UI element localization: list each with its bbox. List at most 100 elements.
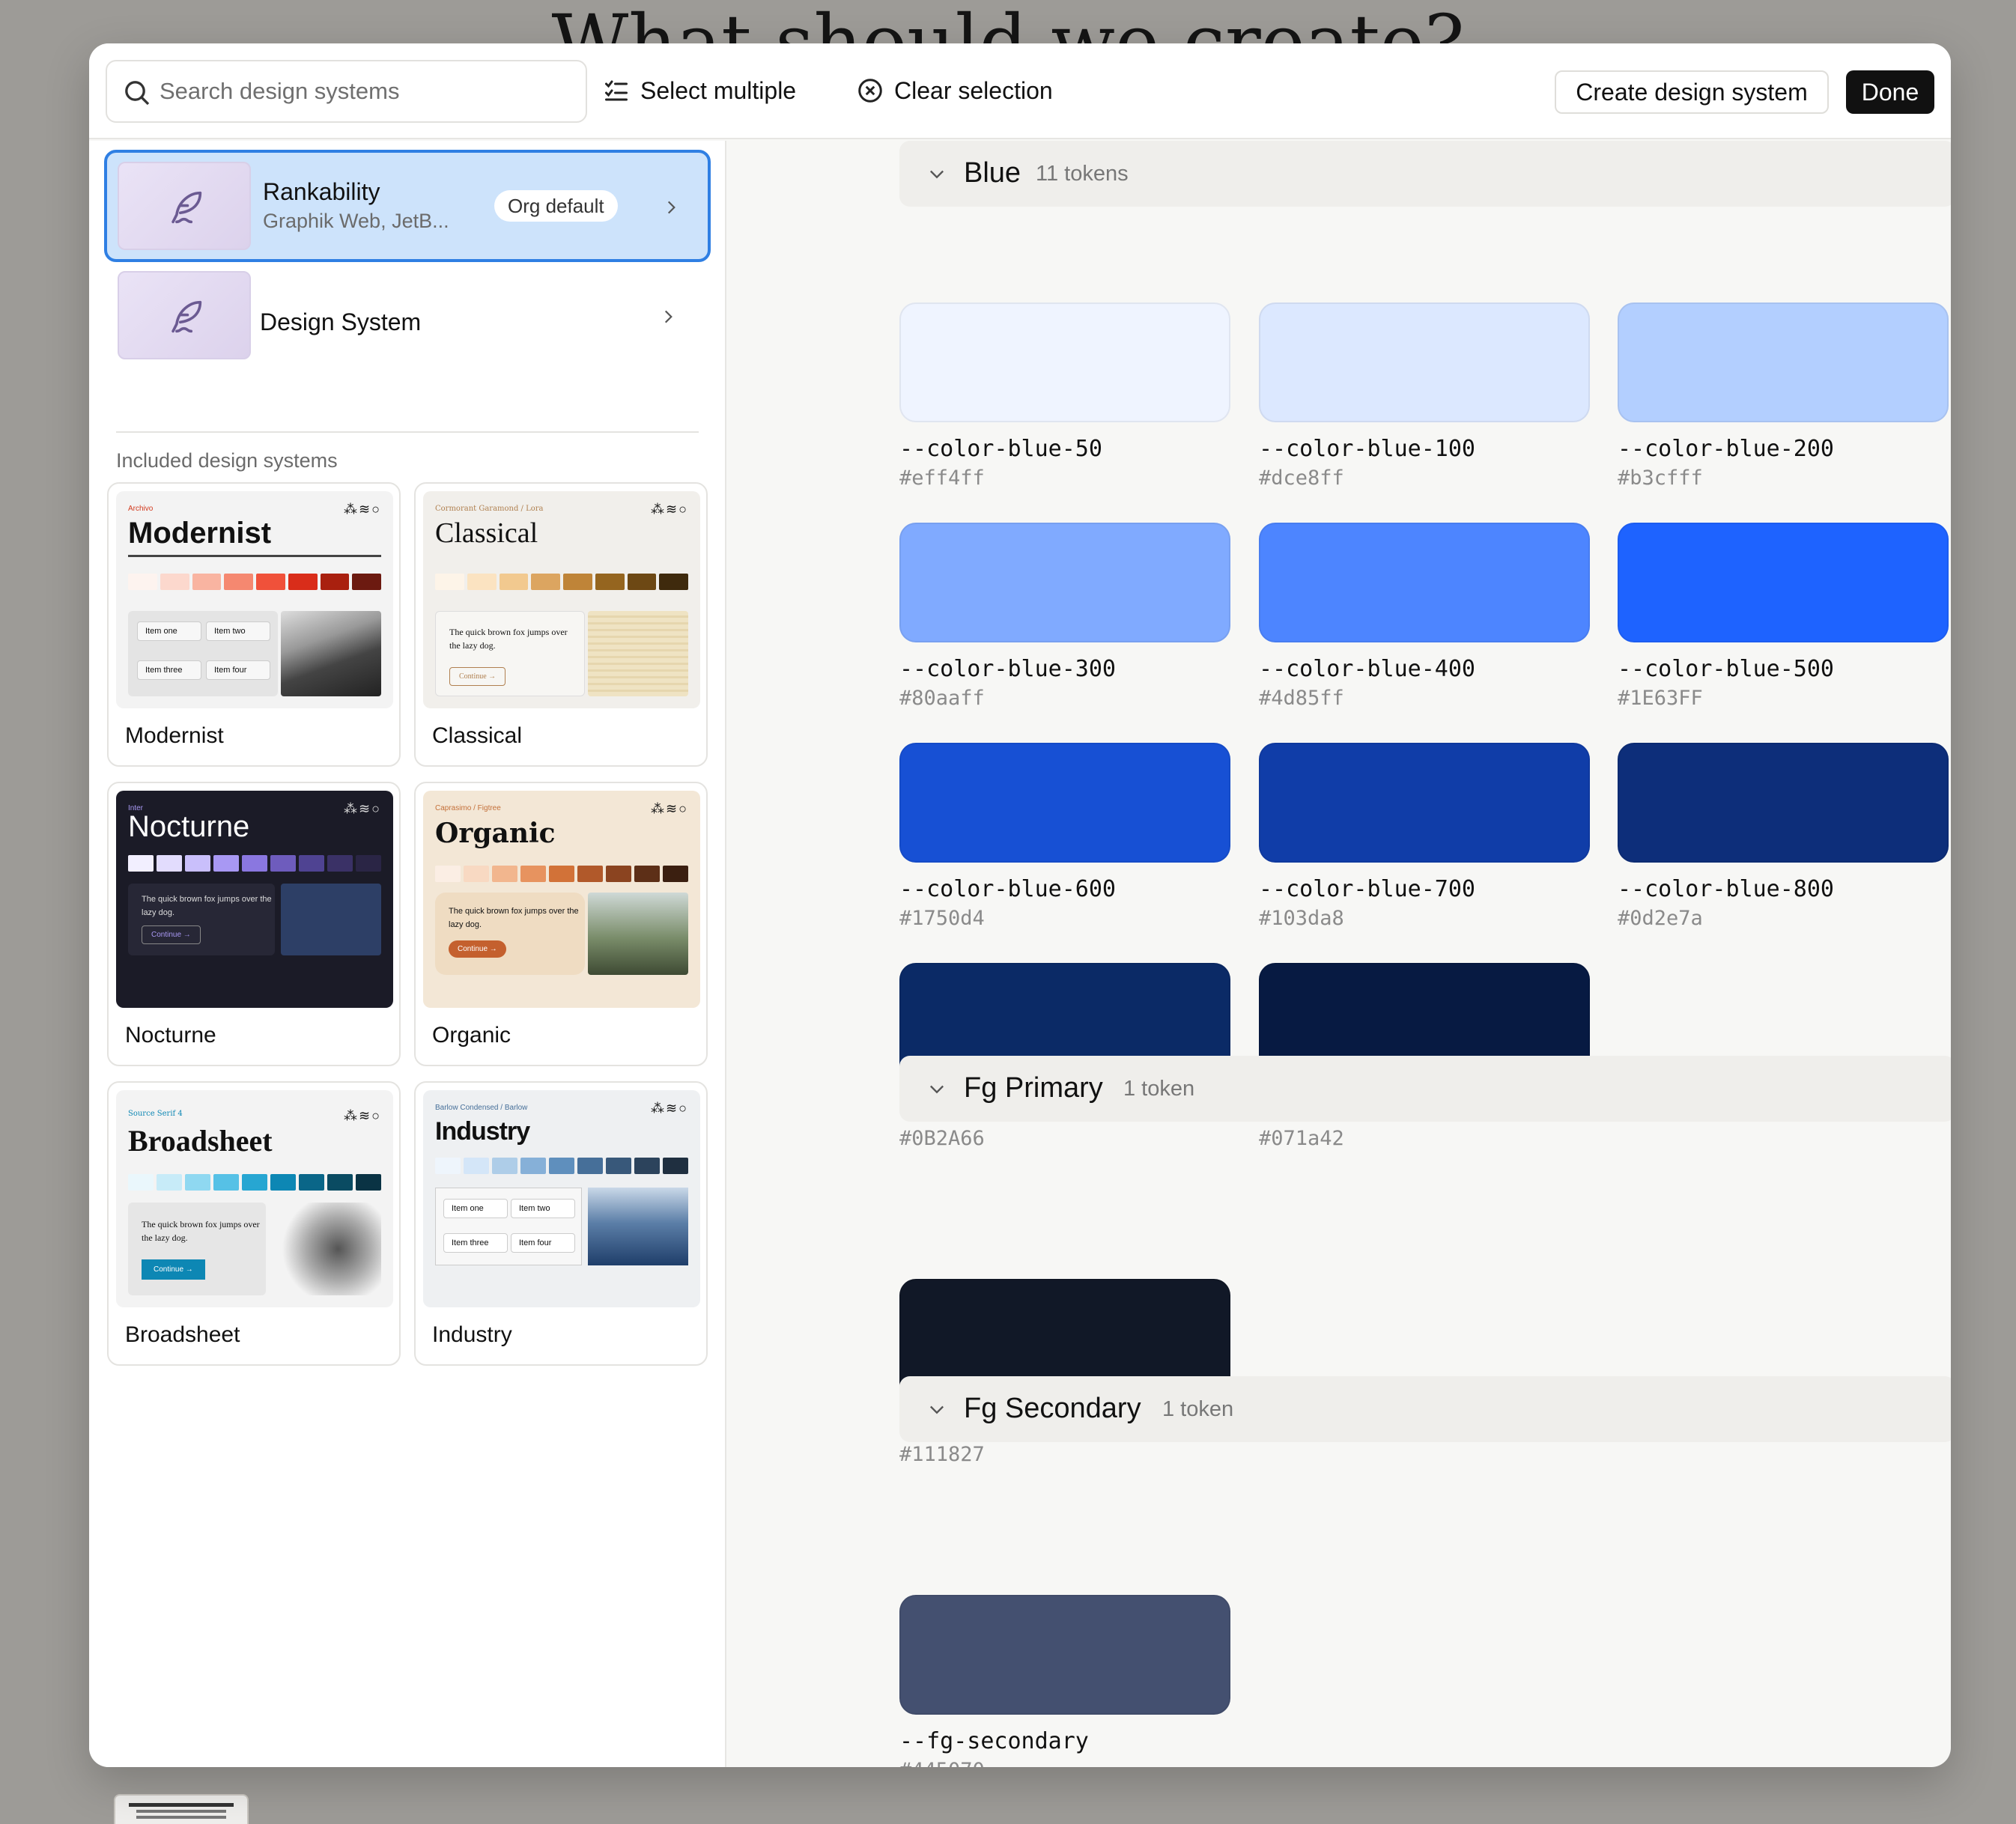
- organic-preview: Caprasimo / Figtree ⁂≋○ Organic The quic…: [423, 791, 700, 1008]
- color-token[interactable]: --fg-secondary #445070: [899, 1595, 1230, 1767]
- preview-heading: Broadsheet: [128, 1124, 273, 1158]
- card-organic[interactable]: Caprasimo / Figtree ⁂≋○ Organic The quic…: [414, 782, 708, 1066]
- card-name: Organic: [432, 1023, 511, 1048]
- preview-swatch: [242, 1174, 267, 1191]
- color-swatch: [1618, 523, 1949, 642]
- token-count: 1 token: [1162, 1397, 1234, 1421]
- token-group-name: Fg Primary: [964, 1072, 1103, 1104]
- system-item-rankability[interactable]: Rankability Graphik Web, JetB... Org def…: [104, 150, 711, 262]
- color-swatch: [899, 303, 1230, 422]
- token-hex: #111827: [899, 1443, 985, 1466]
- broadsheet-preview: Source Serif 4 ⁂≋○ Broadsheet The quick …: [116, 1090, 393, 1307]
- color-token[interactable]: --color-blue-500 #1E63FF: [1618, 523, 1949, 710]
- token-count: 1 token: [1123, 1077, 1195, 1101]
- create-design-system-button[interactable]: Create design system: [1555, 70, 1829, 114]
- token-hex: #0d2e7a: [1618, 907, 1703, 930]
- card-modernist[interactable]: Archivo ⁂≋○ Modernist Item one Item two …: [107, 482, 401, 767]
- system-item-design-system[interactable]: Design System: [104, 271, 711, 383]
- preview-swatch: [224, 574, 253, 590]
- color-token[interactable]: --color-blue-50 #eff4ff: [899, 303, 1230, 490]
- preview-continue-button: Continue →: [142, 1259, 205, 1280]
- color-swatch: [899, 1595, 1230, 1715]
- card-nocturne[interactable]: Inter ⁂≋○ Nocturne The quick brown fox j…: [107, 782, 401, 1066]
- preview-icons: ⁂≋○: [344, 502, 381, 517]
- preview-panel: The quick brown fox jumps over the lazy …: [435, 611, 585, 696]
- preview-photo: [588, 611, 688, 696]
- design-system-picker-modal: Select multiple Clear selection Create d…: [89, 43, 1951, 1767]
- preview-swatch: [435, 574, 464, 590]
- preview-photo: [588, 1188, 688, 1265]
- preview-body-text: The quick brown fox jumps over the lazy …: [449, 627, 568, 651]
- color-swatch: [899, 743, 1230, 863]
- preview-item: Item one: [137, 621, 201, 641]
- preview-continue-button: Continue →: [449, 667, 506, 686]
- preview-swatch: [520, 866, 546, 882]
- card-name: Industry: [432, 1322, 512, 1347]
- preview-font-label: Archivo: [128, 505, 154, 513]
- classical-preview: Cormorant Garamond / Lora ⁂≋○ Classical …: [423, 491, 700, 708]
- preview-photo: [281, 611, 381, 696]
- card-industry[interactable]: Barlow Condensed / Barlow ⁂≋○ Industry I…: [414, 1081, 708, 1366]
- preview-swatch: [128, 574, 157, 590]
- token-group-header[interactable]: Fg Secondary 1 token: [899, 1376, 1951, 1442]
- preview-swatch: [213, 855, 239, 872]
- chevron-right-icon: [664, 310, 672, 323]
- color-token[interactable]: --color-blue-800 #0d2e7a: [1618, 743, 1949, 930]
- select-multiple-button[interactable]: Select multiple: [603, 66, 796, 115]
- clear-selection-button[interactable]: Clear selection: [857, 66, 1053, 115]
- color-token[interactable]: --color-blue-600 #1750d4: [899, 743, 1230, 930]
- search-box[interactable]: [106, 60, 587, 123]
- preview-swatch: [352, 574, 381, 590]
- preview-swatch: [356, 855, 381, 872]
- preview-swatch: [256, 574, 285, 590]
- preview-swatch: [634, 866, 660, 882]
- token-group-header[interactable]: Fg Primary 1 token: [899, 1056, 1951, 1122]
- color-token[interactable]: --color-blue-300 #80aaff: [899, 523, 1230, 710]
- preview-swatch: [327, 1174, 353, 1191]
- preview-swatch: [634, 1158, 660, 1174]
- preview-heading: Industry: [435, 1117, 530, 1146]
- preview-swatch: [520, 1158, 546, 1174]
- token-hex: #eff4ff: [899, 466, 985, 490]
- chevron-down-icon: [930, 1405, 944, 1414]
- preview-font-label: Barlow Condensed / Barlow: [435, 1104, 528, 1112]
- preview-panel: The quick brown fox jumps over the lazy …: [128, 1203, 266, 1295]
- card-name: Nocturne: [125, 1023, 216, 1048]
- preview-heading: Nocturne: [128, 810, 250, 843]
- preview-icons: ⁂≋○: [651, 801, 688, 816]
- token-hex: #0B2A66: [899, 1127, 985, 1150]
- color-token[interactable]: --color-blue-400 #4d85ff: [1259, 523, 1590, 710]
- token-group-header[interactable]: Blue 11 tokens: [899, 141, 1951, 207]
- preview-swatch: [464, 866, 489, 882]
- system-name: Design System: [260, 308, 422, 335]
- token-hex: #1E63FF: [1618, 687, 1703, 710]
- preview-swatch: [160, 574, 189, 590]
- preview-swatch: [299, 1174, 324, 1191]
- modal-toolbar: Select multiple Clear selection Create d…: [89, 43, 1951, 139]
- preview-photo: [588, 893, 688, 975]
- token-hex: #103da8: [1259, 907, 1344, 930]
- card-classical[interactable]: Cormorant Garamond / Lora ⁂≋○ Classical …: [414, 482, 708, 767]
- card-broadsheet[interactable]: Source Serif 4 ⁂≋○ Broadsheet The quick …: [107, 1081, 401, 1366]
- divider: [116, 431, 699, 433]
- preview-swatch: [185, 855, 210, 872]
- color-token[interactable]: --color-blue-100 #dce8ff: [1259, 303, 1590, 490]
- search-icon: [125, 81, 150, 106]
- color-token[interactable]: --color-blue-200 #b3cfff: [1618, 303, 1949, 490]
- included-systems-heading: Included design systems: [116, 449, 338, 472]
- done-button[interactable]: Done: [1846, 70, 1934, 114]
- preview-swatch: [606, 1158, 631, 1174]
- color-token[interactable]: --color-blue-700 #103da8: [1259, 743, 1590, 930]
- preview-swatch: [242, 855, 267, 872]
- preview-swatches: [435, 1158, 688, 1174]
- search-input[interactable]: [160, 61, 579, 121]
- background-thumbnail: [114, 1794, 249, 1824]
- color-swatch: [1259, 743, 1590, 863]
- card-name: Modernist: [125, 723, 224, 748]
- preview-panel: Item one Item two Item three Item four: [435, 1188, 582, 1265]
- preview-swatches: [435, 866, 688, 882]
- preview-icons: ⁂≋○: [344, 801, 381, 816]
- preview-icons: ⁂≋○: [651, 1101, 688, 1116]
- token-name: --fg-secondary: [899, 1728, 1089, 1754]
- preview-swatch: [356, 1174, 381, 1191]
